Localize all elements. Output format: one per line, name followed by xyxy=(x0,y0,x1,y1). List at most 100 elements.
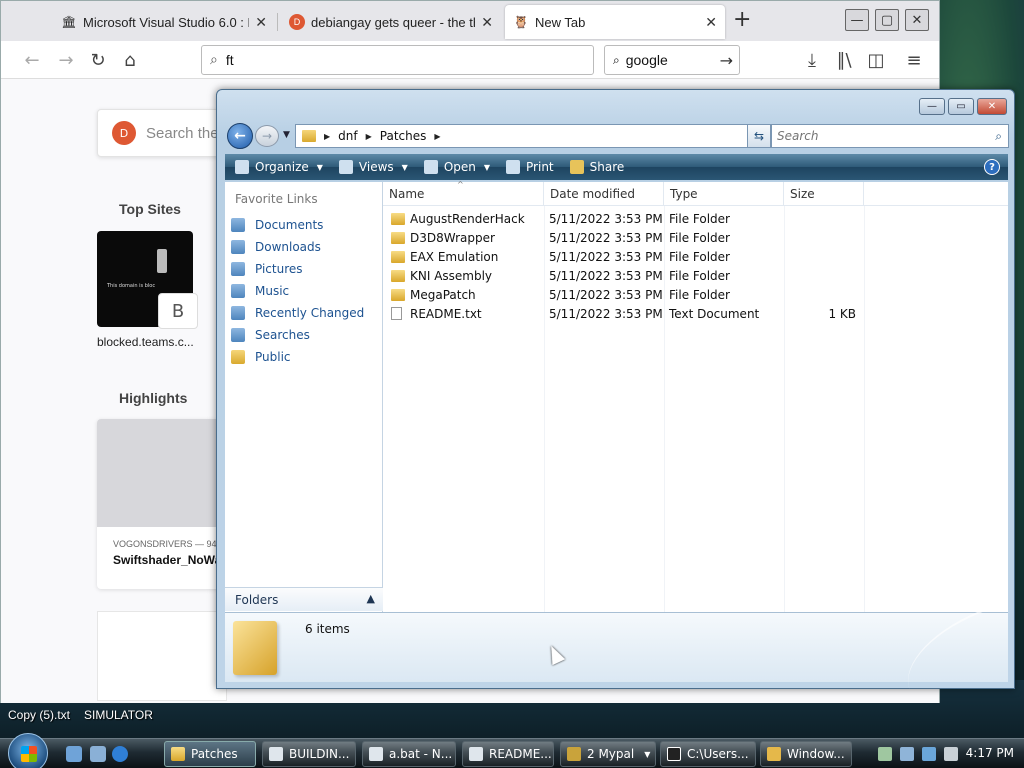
switch-windows-icon[interactable] xyxy=(90,746,106,762)
sidebar-icon[interactable]: ◫ xyxy=(865,49,887,71)
back-icon[interactable]: ← xyxy=(21,49,43,71)
taskbar-button-7zip[interactable]: C:\Users... xyxy=(660,741,756,767)
volume-muted-icon[interactable] xyxy=(944,747,958,761)
taskbar-label: Window... xyxy=(787,747,845,761)
taskbar-button-readme[interactable]: README... xyxy=(462,741,554,767)
favorite-link-label: Searches xyxy=(255,328,310,342)
taskbar-button-windows[interactable]: Window... xyxy=(760,741,852,767)
taskbar-button-notepad[interactable]: a.bat - N... xyxy=(362,741,456,767)
new-tab-button[interactable]: + xyxy=(733,9,751,31)
search-input[interactable]: google xyxy=(626,52,720,68)
network-icon[interactable] xyxy=(878,747,892,761)
close-button[interactable]: ✕ xyxy=(977,98,1007,115)
minimize-button[interactable]: — xyxy=(919,98,945,115)
address-bar[interactable]: ▶ dnf ▶ Patches ▶ ▼ xyxy=(295,124,765,148)
display-icon[interactable] xyxy=(922,747,936,761)
file-row[interactable]: EAX Emulation 5/11/2022 3:53 PM File Fol… xyxy=(383,247,1008,266)
tab-new-tab[interactable]: 🦉 New Tab ✕ xyxy=(505,5,725,39)
taskbar-label: BUILDIN... xyxy=(289,747,350,761)
views-button[interactable]: Views ▼ xyxy=(338,160,408,174)
favorite-links-header: Favorite Links xyxy=(235,192,318,206)
chevron-right-icon[interactable]: ▶ xyxy=(366,132,372,141)
taskbar-label: C:\Users... xyxy=(687,747,749,761)
text-document-icon xyxy=(391,307,402,320)
favorite-link-downloads[interactable]: Downloads xyxy=(225,236,382,258)
reload-icon[interactable]: ↻ xyxy=(87,49,109,71)
home-icon[interactable]: ⌂ xyxy=(119,49,141,71)
file-date: 5/11/2022 3:53 PM xyxy=(549,249,663,264)
file-row[interactable]: AugustRenderHack 5/11/2022 3:53 PM File … xyxy=(383,209,1008,228)
folders-toggle[interactable]: Folders ▲ xyxy=(225,587,383,611)
minimize-button[interactable]: — xyxy=(845,9,869,31)
tab-visual-studio[interactable]: 🏛 Microsoft Visual Studio 6.0 : M ✕ xyxy=(53,5,275,39)
forward-icon[interactable]: → xyxy=(55,49,77,71)
library-icon[interactable]: ∥\ xyxy=(833,49,855,71)
help-icon[interactable]: ? xyxy=(984,159,1000,175)
file-row[interactable]: README.txt 5/11/2022 3:53 PM Text Docume… xyxy=(383,304,1008,323)
favorite-link-label: Recently Changed xyxy=(255,306,365,320)
highlights-title: Highlights xyxy=(119,390,188,406)
maximize-button[interactable]: ▭ xyxy=(948,98,974,115)
favorite-link-public[interactable]: Public xyxy=(225,346,382,368)
search-box[interactable]: ⌕ xyxy=(771,124,1009,148)
close-window-button[interactable]: ✕ xyxy=(905,9,929,31)
open-button[interactable]: Open ▼ xyxy=(423,160,490,174)
print-button[interactable]: Print xyxy=(506,160,554,174)
file-date: 5/11/2022 3:53 PM xyxy=(549,268,663,283)
column-header-type[interactable]: Type xyxy=(664,182,784,205)
chevron-right-icon[interactable]: ▶ xyxy=(434,132,440,141)
share-button[interactable]: Share xyxy=(569,160,624,174)
desktop-icon-label-simulator[interactable]: SIMULATOR xyxy=(84,708,153,722)
tab-debiangay[interactable]: D debiangay gets queer - the thre ✕ xyxy=(281,5,501,39)
taskbar-button-patches[interactable]: Patches xyxy=(164,741,256,767)
show-desktop-icon[interactable] xyxy=(66,746,82,762)
top-site-caption[interactable]: blocked.teams.c... xyxy=(97,335,194,349)
taskbar-button-building[interactable]: BUILDIN... xyxy=(262,741,356,767)
file-row[interactable]: D3D8Wrapper 5/11/2022 3:53 PM File Folde… xyxy=(383,228,1008,247)
tray-app-icon[interactable] xyxy=(900,747,914,761)
desktop-icon-label-copy5[interactable]: Copy (5).txt xyxy=(8,708,70,722)
start-button[interactable] xyxy=(8,733,48,768)
downloads-icon[interactable]: ⤓ xyxy=(801,49,823,71)
search-input[interactable] xyxy=(777,129,996,143)
maximize-button[interactable]: ▢ xyxy=(875,9,899,31)
organize-button[interactable]: Organize ▼ xyxy=(235,160,323,174)
internet-explorer-icon[interactable] xyxy=(112,746,128,762)
forward-button[interactable]: → xyxy=(255,125,279,147)
file-row[interactable]: KNI Assembly 5/11/2022 3:53 PM File Fold… xyxy=(383,266,1008,285)
clock[interactable]: 4:17 PM xyxy=(966,746,1014,760)
taskbar-button-mypal[interactable]: 2 Mypal ▼ xyxy=(560,741,656,767)
column-header-size[interactable]: Size xyxy=(784,182,864,205)
close-icon[interactable]: ✕ xyxy=(705,14,717,31)
search-bar[interactable]: ⌕ google → xyxy=(604,45,740,75)
column-header-date[interactable]: Date modified xyxy=(544,182,664,205)
recent-pages-dropdown[interactable]: ▼ xyxy=(283,130,290,140)
column-header-name[interactable]: Name ^ xyxy=(383,180,544,205)
folder-icon xyxy=(391,250,405,263)
favorite-link-recently-changed[interactable]: Recently Changed xyxy=(225,302,382,324)
address-row: ← → ▼ ▶ dnf ▶ Patches ▶ ▼ ⇆ ⌕ xyxy=(225,122,1009,150)
favorite-link-documents[interactable]: Documents xyxy=(225,214,382,236)
favorite-link-music[interactable]: Music xyxy=(225,280,382,302)
breadcrumb-patches[interactable]: Patches xyxy=(380,129,427,143)
blocked-figure-icon xyxy=(157,249,167,273)
mypal-icon xyxy=(567,747,581,761)
back-button[interactable]: ← xyxy=(227,123,253,149)
search-icon: ⌕ xyxy=(210,52,218,68)
highlight-card[interactable]: VOGONSDRIVERS — 94 Swiftshader_NoWa xyxy=(97,419,227,589)
breadcrumb-dnf[interactable]: dnf xyxy=(338,129,357,143)
refresh-button[interactable]: ⇆ xyxy=(747,124,771,148)
menu-icon[interactable]: ≡ xyxy=(903,49,925,71)
file-date: 5/11/2022 3:53 PM xyxy=(549,306,663,321)
new-tab-search[interactable]: D Search the xyxy=(97,109,227,157)
chevron-right-icon[interactable]: ▶ xyxy=(324,132,330,141)
close-icon[interactable]: ✕ xyxy=(481,14,493,31)
tab-title: New Tab xyxy=(535,14,586,30)
favorite-link-pictures[interactable]: Pictures xyxy=(225,258,382,280)
url-input[interactable]: ft xyxy=(226,52,234,68)
favorite-link-searches[interactable]: Searches xyxy=(225,324,382,346)
file-row[interactable]: MegaPatch 5/11/2022 3:53 PM File Folder xyxy=(383,285,1008,304)
url-bar[interactable]: ⌕ ft xyxy=(201,45,594,75)
close-icon[interactable]: ✕ xyxy=(255,14,267,31)
go-arrow-icon[interactable]: → xyxy=(720,51,733,70)
